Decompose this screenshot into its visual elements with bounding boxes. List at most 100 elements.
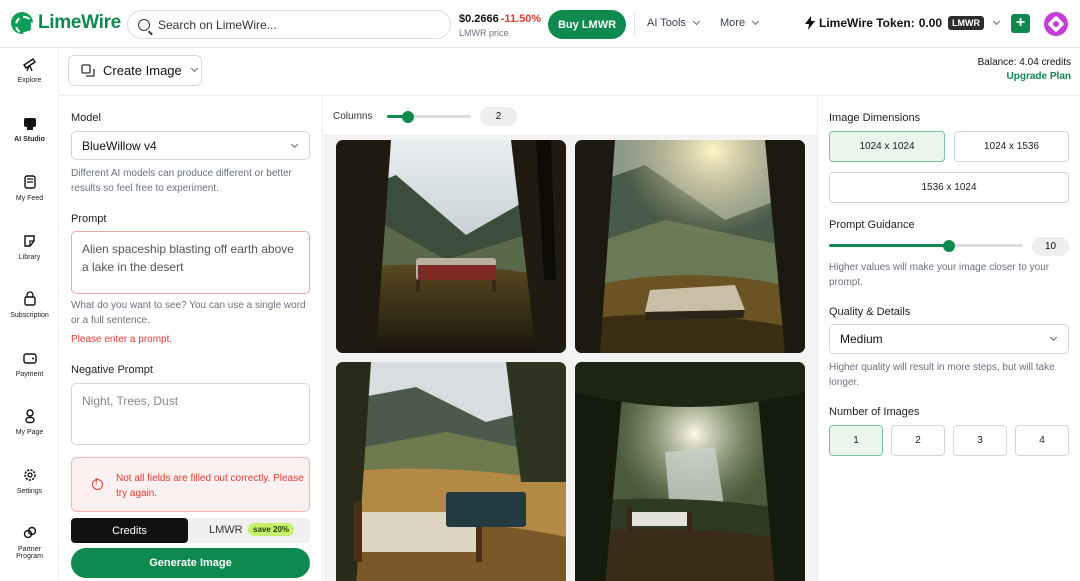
columns-slider[interactable] (387, 110, 471, 123)
chevron-down-icon (752, 17, 760, 26)
feed-icon (23, 175, 36, 189)
token-balance-menu[interactable]: LimeWire Token: 0.00 LMWR (805, 16, 1001, 30)
sidebar-item-ai-studio[interactable]: AI Studio (0, 115, 59, 143)
save-badge: save 20% (248, 523, 295, 536)
quality-value: Medium (840, 332, 883, 346)
avatar[interactable] (1044, 12, 1068, 36)
image-options-panel: Image Dimensions 1024 x 1024 1024 x 1536… (817, 96, 1080, 581)
partner-icon (23, 526, 36, 539)
create-plus-button[interactable]: + (1011, 14, 1030, 33)
chevron-down-icon (190, 64, 198, 73)
prompt-input[interactable]: Alien spaceship blasting off earth above… (71, 231, 310, 294)
generated-image-2[interactable] (575, 140, 805, 353)
search-input[interactable] (158, 17, 438, 32)
quality-select[interactable]: Medium (829, 324, 1069, 354)
library-icon (23, 235, 35, 247)
sidebar-item-label: Partner (18, 546, 41, 553)
sidebar-item-settings[interactable]: Settings (0, 467, 59, 495)
model-select[interactable]: BlueWillow v4 (71, 131, 310, 160)
search-icon (138, 18, 150, 31)
watermark: @稀土掘金技术社区 (938, 554, 1074, 572)
limewire-logo-icon (11, 12, 33, 34)
bolt-icon (805, 16, 815, 30)
dimension-option-1536x1024[interactable]: 1536 x 1024 (829, 172, 1069, 203)
image-count-2[interactable]: 2 (891, 425, 945, 456)
create-image-dropdown[interactable]: Create Image (68, 55, 202, 86)
search-bar[interactable] (127, 10, 451, 39)
guidance-slider-fill (829, 244, 950, 247)
guidance-value: 10 (1032, 237, 1069, 256)
pay-lmwr-option[interactable]: LMWR (209, 524, 243, 536)
sidebar-item-my-page[interactable]: My Page (0, 408, 59, 436)
sidebar-item-partner-program[interactable]: Partner Program (0, 525, 59, 560)
error-alert: Not all fields are filled out correctly.… (71, 457, 310, 512)
divider (634, 12, 635, 36)
image-count-1[interactable]: 1 (829, 425, 883, 456)
guidance-help: Higher values will make your image close… (829, 262, 1050, 288)
alert-text: Not all fields are filled out correctly.… (116, 473, 304, 499)
price-change: -11.50% (500, 13, 542, 25)
subscription-icon (23, 291, 36, 306)
prompt-label: Prompt (71, 213, 107, 225)
sidebar-item-explore[interactable]: Explore (0, 56, 59, 84)
buy-lmwr-button[interactable]: Buy LMWR (548, 10, 626, 39)
columns-label: Columns (333, 111, 373, 122)
lmwr-price: $0.2666 -11.50% LMWR price (459, 11, 541, 38)
payment-toggle: Credits LMWR save 20% (71, 518, 310, 543)
settings-panel: Model BlueWillow v4 Different AI models … (59, 96, 323, 581)
generated-image-1[interactable] (336, 140, 566, 353)
sidebar-item-payment[interactable]: Payment (0, 350, 59, 378)
more-label: More (720, 17, 746, 29)
upgrade-plan-link[interactable]: Upgrade Plan (978, 71, 1071, 82)
sidebar-item-label: Settings (16, 488, 43, 495)
guidance-slider-thumb[interactable] (943, 239, 956, 252)
sidebar-item-label: Payment (15, 371, 44, 378)
negative-prompt-input[interactable]: Night, Trees, Dust (71, 383, 310, 445)
sidebar-item-label: Library (18, 254, 41, 261)
more-menu[interactable]: More (720, 17, 760, 29)
price-label: LMWR price (459, 28, 509, 38)
dimension-option-1024x1536[interactable]: 1024 x 1536 (954, 131, 1069, 162)
results-area: Columns 2 (324, 96, 817, 581)
guidance-label: Prompt Guidance (829, 219, 915, 231)
sub-header: Create Image Balance: 4.04 credits Upgra… (59, 48, 1080, 96)
number-of-images-label: Number of Images (829, 406, 920, 418)
sidebar-item-label: Program (16, 553, 43, 560)
columns-slider-thumb[interactable] (402, 110, 414, 123)
sidebar-item-my-feed[interactable]: My Feed (0, 174, 59, 202)
image-count-4[interactable]: 4 (1015, 425, 1069, 456)
price-value: $0.2666 (459, 13, 499, 25)
generated-image-4[interactable] (575, 362, 805, 581)
sidebar: Explore AI Studio My Feed Library Subscr… (0, 48, 59, 581)
generated-image-3[interactable] (336, 362, 566, 581)
pay-credits-option[interactable]: Credits (71, 518, 188, 543)
sidebar-item-label: AI Studio (14, 136, 45, 143)
logo-text: LimeWire (38, 12, 121, 33)
chevron-down-icon (290, 140, 299, 149)
sidebar-item-library[interactable]: Library (0, 233, 59, 261)
sidebar-item-label: Subscription (10, 312, 49, 319)
token-label: LimeWire Token: (819, 16, 915, 30)
balance-text: Balance: 4.04 credits (977, 57, 1071, 68)
model-label: Model (71, 112, 101, 124)
chevron-down-icon (692, 17, 700, 26)
model-value: BlueWillow v4 (82, 138, 157, 153)
telescope-icon (22, 58, 36, 72)
create-image-label: Create Image (103, 63, 182, 78)
image-count-3[interactable]: 3 (953, 425, 1007, 456)
sidebar-item-label: My Feed (15, 195, 44, 202)
gear-icon (23, 469, 36, 481)
limewire-logo[interactable]: LimeWire (11, 12, 121, 34)
dimension-option-1024x1024[interactable]: 1024 x 1024 (829, 131, 945, 162)
top-bar: LimeWire $0.2666-11.50% LMWR price Buy L… (0, 0, 1080, 48)
sidebar-item-subscription[interactable]: Subscription (0, 291, 59, 319)
guidance-slider[interactable] (829, 239, 1023, 252)
generate-image-button[interactable]: Generate Image (71, 548, 310, 578)
image-icon (81, 63, 95, 77)
user-icon (24, 409, 35, 424)
chevron-down-icon (993, 17, 1001, 25)
dimensions-label: Image Dimensions (829, 112, 921, 124)
quality-label: Quality & Details (829, 306, 911, 318)
token-badge: LMWR (948, 16, 985, 30)
ai-tools-menu[interactable]: AI Tools (647, 17, 700, 29)
